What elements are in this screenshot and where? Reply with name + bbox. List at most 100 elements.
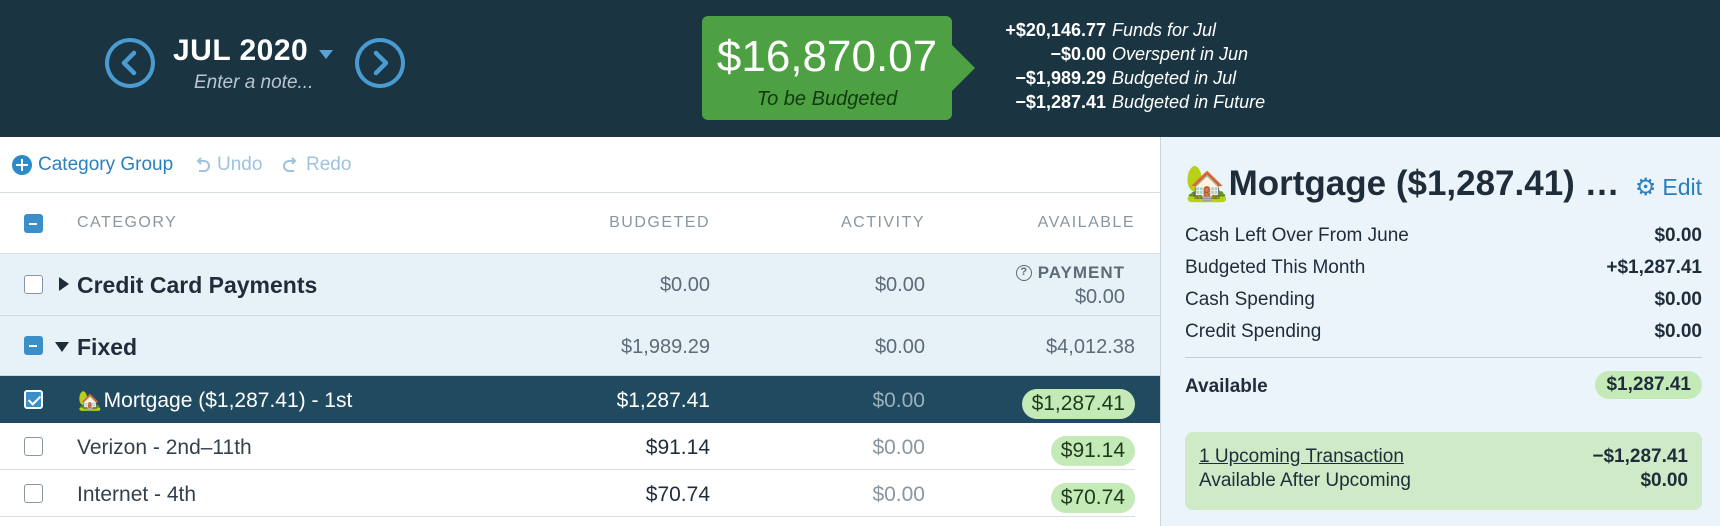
- funds-row: −$1,989.29 Budgeted in Jul: [984, 68, 1265, 92]
- upcoming-amount: −$1,287.41: [1592, 446, 1688, 467]
- gear-icon: ⚙: [1634, 174, 1657, 201]
- chevron-left-icon: [121, 50, 137, 76]
- inspector-row: Cash Left Over From June $0.00: [1185, 225, 1702, 257]
- budget-toolbar: Category Group Undo Redo: [0, 137, 1160, 193]
- funds-row: −$0.00 Overspent in Jun: [984, 44, 1265, 68]
- to-be-budgeted-label: To be Budgeted: [756, 88, 898, 110]
- inspector-row-label: Cash Left Over From June: [1185, 225, 1409, 246]
- collapse-arrow-icon[interactable]: [55, 342, 69, 352]
- redo-icon: [283, 157, 297, 172]
- payment-label[interactable]: ? PAYMENT: [1015, 263, 1125, 283]
- category-row[interactable]: Internet - 4th $70.74 $0.00 $70.74: [0, 470, 1135, 517]
- funds-label: Funds for Jul: [1112, 20, 1217, 40]
- inspector-row: Credit Spending $0.00: [1185, 321, 1702, 353]
- inspector-row: Cash Spending $0.00: [1185, 289, 1702, 321]
- category-name[interactable]: 🏡Mortgage ($1,287.41) - 1st: [78, 389, 352, 413]
- group-budgeted: $0.00: [659, 274, 710, 296]
- redo-label: Redo: [306, 154, 352, 175]
- category-budgeted[interactable]: $70.74: [646, 483, 710, 507]
- funds-amount: +$20,146.77: [1005, 20, 1106, 40]
- category-activity[interactable]: $0.00: [872, 436, 925, 460]
- category-checkbox[interactable]: [24, 390, 43, 409]
- group-checkbox[interactable]: [24, 275, 43, 294]
- add-category-group-label: Category Group: [38, 154, 174, 175]
- chevron-right-icon: [373, 50, 389, 76]
- group-available: $0.00: [1074, 286, 1125, 308]
- category-budgeted[interactable]: $91.14: [646, 436, 710, 460]
- edit-button[interactable]: ⚙ Edit: [1635, 173, 1702, 202]
- category-available[interactable]: $70.74: [1050, 483, 1135, 513]
- plus-circle-icon: [12, 155, 32, 175]
- group-available: $4,012.38: [1046, 336, 1135, 358]
- group-name[interactable]: Fixed: [77, 334, 137, 361]
- next-month-button[interactable]: [355, 38, 405, 88]
- month-title[interactable]: JUL 2020: [173, 34, 308, 68]
- category-row[interactable]: Verizon - 2nd–11th $91.14 $0.00 $91.14: [0, 423, 1135, 470]
- house-tree-icon: 🏡: [78, 391, 102, 412]
- upcoming-row: Available After Upcoming $0.00: [1199, 470, 1688, 492]
- undo-label: Undo: [217, 154, 263, 175]
- to-be-budgeted-amount: $16,870.07: [716, 32, 938, 81]
- column-header-category[interactable]: CATEGORY: [77, 214, 177, 232]
- select-all-checkbox[interactable]: [24, 214, 43, 233]
- category-row-selected[interactable]: 🏡Mortgage ($1,287.41) - 1st $1,287.41 $0…: [0, 376, 1160, 423]
- category-activity[interactable]: $0.00: [872, 483, 925, 507]
- budget-header: JUL 2020 Enter a note... $16,870.07 To b…: [0, 0, 1720, 137]
- inspector-title: 🏡Mortgage ($1,287.41) …: [1185, 163, 1620, 204]
- group-budgeted: $1,989.29: [621, 336, 710, 358]
- funds-summary: +$20,146.77 Funds for Jul −$0.00 Overspe…: [984, 20, 1265, 116]
- inspector-available-pill: $1,287.41: [1595, 371, 1702, 399]
- funds-label: Overspent in Jun: [1112, 44, 1249, 64]
- payment-label-text: PAYMENT: [1037, 263, 1125, 282]
- table-header-row: CATEGORY BUDGETED ACTIVITY AVAILABLE: [0, 193, 1160, 254]
- inspector-row-value: +$1,287.41: [1606, 257, 1702, 278]
- help-circle-icon[interactable]: ?: [1015, 265, 1032, 281]
- column-header-budgeted[interactable]: BUDGETED: [609, 214, 710, 232]
- to-be-budgeted-box: $16,870.07 To be Budgeted: [702, 16, 952, 120]
- category-available[interactable]: $1,287.41: [1021, 389, 1135, 419]
- category-activity[interactable]: $0.00: [872, 389, 925, 413]
- expand-arrow-icon[interactable]: [59, 277, 69, 291]
- category-checkbox[interactable]: [24, 437, 43, 456]
- previous-month-button[interactable]: [105, 38, 155, 88]
- month-note-input[interactable]: Enter a note...: [194, 72, 313, 94]
- inspector-row-value: $0.00: [1654, 321, 1702, 342]
- group-checkbox[interactable]: [24, 336, 43, 355]
- funds-row: −$1,287.41 Budgeted in Future: [984, 92, 1265, 116]
- column-header-available[interactable]: AVAILABLE: [1038, 214, 1135, 232]
- available-pill: $91.14: [1050, 436, 1135, 466]
- group-name[interactable]: Credit Card Payments: [77, 272, 317, 299]
- funds-label: Budgeted in Future: [1112, 92, 1266, 112]
- redo-button[interactable]: Redo: [282, 154, 351, 176]
- inspector-row: Budgeted This Month +$1,287.41: [1185, 257, 1702, 289]
- category-name-text: Mortgage ($1,287.41) - 1st: [103, 389, 353, 412]
- category-group-row[interactable]: Credit Card Payments $0.00 $0.00 ? PAYME…: [0, 254, 1160, 316]
- funds-row: +$20,146.77 Funds for Jul: [984, 20, 1265, 44]
- available-after-upcoming-value: $0.00: [1640, 470, 1688, 491]
- funds-label: Budgeted in Jul: [1112, 68, 1237, 88]
- undo-button[interactable]: Undo: [193, 154, 262, 176]
- upcoming-transactions-box: 1 Upcoming Transaction −$1,287.41 Availa…: [1185, 432, 1702, 510]
- funds-amount: −$1,989.29: [1015, 68, 1106, 88]
- inspector-divider: [1185, 357, 1702, 358]
- column-header-activity[interactable]: ACTIVITY: [841, 214, 925, 232]
- inspector-available-label: Available: [1185, 376, 1268, 397]
- inspector-row-value: $0.00: [1654, 289, 1702, 310]
- available-pill: $70.74: [1050, 483, 1135, 513]
- category-inspector: 🏡Mortgage ($1,287.41) … ⚙ Edit Cash Left…: [1161, 137, 1720, 526]
- category-name[interactable]: Internet - 4th: [77, 483, 196, 507]
- to-be-budgeted-arrow: [951, 44, 975, 92]
- group-activity: $0.00: [874, 336, 925, 358]
- upcoming-transaction-link[interactable]: 1 Upcoming Transaction: [1199, 446, 1404, 468]
- category-budgeted[interactable]: $1,287.41: [617, 389, 710, 413]
- category-group-row[interactable]: Fixed $1,989.29 $0.00 $4,012.38: [0, 316, 1160, 376]
- add-category-group-button[interactable]: Category Group: [12, 154, 173, 176]
- category-name[interactable]: Verizon - 2nd–11th: [77, 436, 252, 460]
- category-available[interactable]: $91.14: [1050, 436, 1135, 466]
- month-dropdown-icon[interactable]: [319, 50, 333, 59]
- undo-icon: [196, 157, 210, 172]
- inspector-row-value: $0.00: [1654, 225, 1702, 246]
- category-checkbox[interactable]: [24, 484, 43, 503]
- inspector-row-label: Cash Spending: [1185, 289, 1315, 310]
- available-pill: $1,287.41: [1021, 389, 1135, 419]
